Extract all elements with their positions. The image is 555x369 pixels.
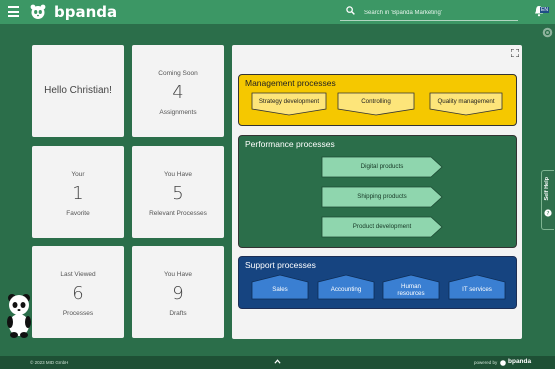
panel-title: Performance processes	[245, 139, 335, 149]
panda-mascot	[7, 294, 31, 338]
panel-title: Support processes	[245, 260, 316, 270]
process-shipping-products[interactable]: Shipping products	[321, 186, 443, 208]
card-top-label: Coming Soon	[158, 70, 198, 77]
svg-text:?: ?	[547, 211, 550, 217]
fullscreen-icon[interactable]	[511, 49, 519, 57]
process-controlling[interactable]: Controlling	[337, 92, 415, 116]
management-processes-panel[interactable]: Management processes Strategy developmen…	[238, 74, 517, 126]
app-brand[interactable]: bpanda	[54, 3, 117, 21]
card-bottom-label: Processes	[62, 310, 94, 317]
process-label: Product development	[352, 223, 412, 230]
search-icon[interactable]	[346, 6, 355, 15]
process-label: Human resources	[397, 283, 425, 297]
card-bottom-label: Drafts	[169, 310, 187, 317]
footer: © 2023 MID GmbH powered by bpanda	[0, 356, 555, 369]
process-label: Digital products	[360, 163, 404, 170]
search-bar[interactable]	[340, 4, 518, 21]
process-product-development[interactable]: Product development	[321, 216, 443, 238]
process-label: Quality management	[437, 98, 495, 105]
greeting-card: Hello Christian!	[32, 45, 124, 137]
performance-processes-panel[interactable]: Performance processes Digital products S…	[238, 135, 517, 248]
process-label: Accounting	[330, 286, 362, 293]
process-it-services[interactable]: IT services	[448, 274, 506, 300]
self-help-label: Self Help	[544, 177, 550, 201]
process-label: Sales	[272, 286, 288, 293]
panda-logo-icon	[30, 4, 46, 19]
process-sales[interactable]: Sales	[251, 274, 309, 300]
footer-logo-icon	[500, 359, 506, 366]
card-top-label: You Have	[164, 271, 192, 278]
relevant-processes-card[interactable]: You Have 5 Relevant Processes	[132, 146, 224, 238]
card-bottom-label: Favorite	[66, 210, 90, 217]
favorite-card[interactable]: Your 1 Favorite	[32, 146, 124, 238]
process-label: Shipping products	[357, 193, 407, 200]
last-viewed-card[interactable]: Last Viewed 6 Processes	[32, 246, 124, 338]
card-value: 9	[172, 283, 184, 304]
card-value: 6	[72, 283, 84, 304]
copyright-text: © 2023 MID GmbH	[30, 360, 69, 365]
process-strategy-development[interactable]: Strategy development	[251, 92, 327, 116]
card-bottom-label: Relevant Processes	[149, 210, 207, 217]
support-processes-panel[interactable]: Support processes Sales Accounting Human…	[238, 256, 517, 309]
process-label: Strategy development	[258, 98, 320, 105]
process-digital-products[interactable]: Digital products	[321, 156, 443, 178]
question-icon[interactable]: ?	[544, 209, 552, 217]
card-value: 4	[172, 82, 184, 103]
card-bottom-label: Assignments	[159, 109, 197, 116]
top-bar: bpanda EN	[0, 0, 555, 24]
panel-title: Management processes	[245, 78, 336, 88]
coming-soon-card[interactable]: Coming Soon 4 Assignments	[132, 45, 224, 137]
language-badge[interactable]: EN	[540, 7, 549, 13]
card-top-label: You Have	[164, 171, 192, 178]
powered-by-text: powered by	[474, 360, 498, 365]
drafts-card[interactable]: You Have 9 Drafts	[132, 246, 224, 338]
process-quality-management[interactable]: Quality management	[429, 92, 503, 116]
settings-icon[interactable]	[542, 27, 553, 38]
greeting-text: Hello Christian!	[44, 85, 112, 96]
card-top-label: Your	[71, 171, 85, 178]
card-value: 1	[72, 183, 84, 204]
process-label: IT services	[462, 286, 492, 293]
process-human-resources[interactable]: Human resources	[382, 274, 440, 300]
footer-brand: bpanda	[508, 358, 532, 365]
search-input[interactable]	[362, 4, 516, 21]
process-map: Management processes Strategy developmen…	[232, 45, 522, 339]
chevron-up-icon[interactable]	[274, 358, 281, 365]
card-value: 5	[172, 183, 184, 204]
process-label: Controlling	[361, 98, 391, 105]
process-accounting[interactable]: Accounting	[317, 274, 375, 300]
self-help-tab[interactable]: Self Help ?	[541, 170, 554, 230]
menu-icon[interactable]	[8, 6, 19, 17]
card-top-label: Last Viewed	[60, 271, 96, 278]
